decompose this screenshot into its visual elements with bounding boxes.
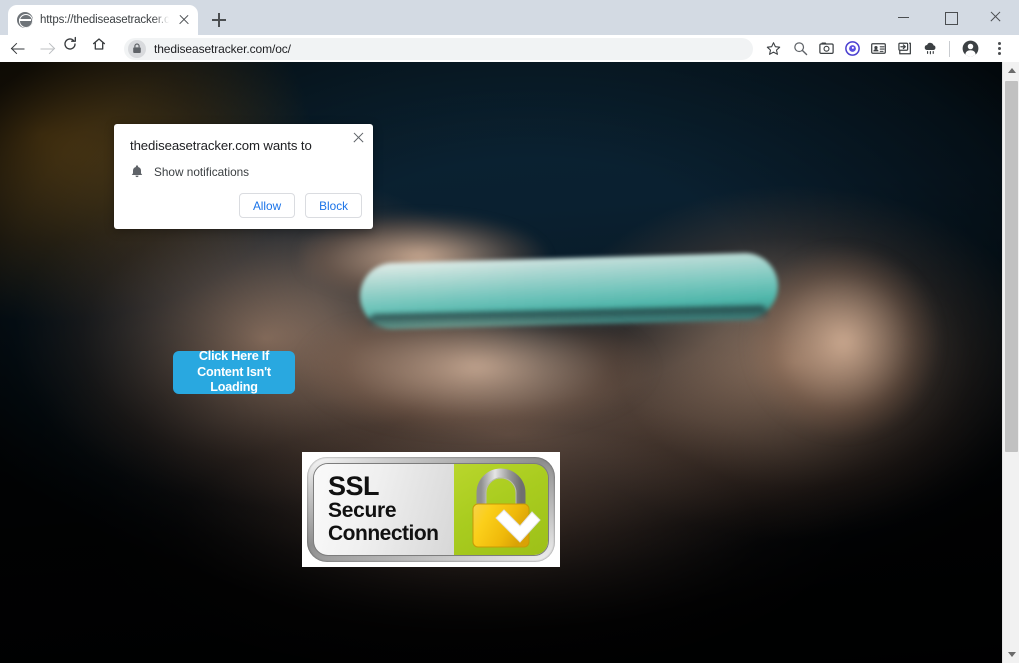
magnifier-glyph	[793, 42, 807, 56]
photo-hand-right	[740, 232, 970, 452]
cloud-rain-glyph	[924, 42, 935, 55]
permission-request-label: Show notifications	[154, 164, 250, 179]
blue-circle-glyph	[844, 41, 860, 56]
home-button[interactable]	[91, 36, 119, 62]
ssl-badge-frame: SSL Secure Connection	[307, 457, 555, 562]
back-arrow-icon	[11, 42, 25, 55]
window-close-icon[interactable]	[973, 0, 1019, 33]
scroll-down-glyph	[1007, 652, 1016, 657]
page-viewport: Click Here If Content Isn't Loading SSL …	[0, 62, 1019, 663]
scroll-up-icon[interactable]	[1003, 62, 1019, 79]
share-arrow-icon[interactable]	[891, 36, 917, 62]
ssl-badge-inner: SSL Secure Connection	[313, 463, 549, 556]
blue-circle-extension-icon[interactable]	[839, 36, 865, 62]
browser-toolbar: thediseasetracker.com/oc/	[0, 35, 1019, 62]
permission-close-icon[interactable]	[351, 130, 366, 145]
lock-icon[interactable]	[128, 39, 146, 58]
back-button[interactable]	[4, 36, 32, 62]
three-dot-menu-icon[interactable]	[985, 36, 1013, 62]
permission-title: thediseasetracker.com wants to	[130, 138, 312, 153]
scroll-up-glyph	[1007, 68, 1016, 73]
home-icon	[92, 37, 106, 50]
magnifier-icon[interactable]	[787, 36, 813, 62]
weather-cloud-icon[interactable]	[917, 36, 943, 62]
photo-fingers-bottom	[300, 322, 720, 472]
bell-icon	[131, 165, 143, 178]
tab-title: https://thediseasetracker.com/oc	[40, 14, 169, 26]
tab-strip: https://thediseasetracker.com/oc	[0, 0, 1019, 35]
notification-permission-dialog: thediseasetracker.com wants to Show noti…	[114, 124, 373, 229]
reload-button[interactable]	[62, 36, 90, 62]
id-card-icon[interactable]	[865, 36, 891, 62]
ssl-badge-lock-panel	[454, 464, 548, 555]
click-here-if-content-isnt-loading-button[interactable]: Click Here If Content Isn't Loading	[173, 349, 295, 395]
minimize-icon[interactable]	[881, 0, 927, 33]
address-bar[interactable]: thediseasetracker.com/oc/	[124, 37, 753, 60]
scroll-down-icon[interactable]	[1003, 646, 1019, 663]
toolbar-divider	[949, 40, 950, 57]
tab-close-icon[interactable]	[176, 12, 192, 28]
bookmark-button[interactable]	[760, 38, 786, 60]
reload-icon	[64, 36, 76, 50]
ssl-line-2: Secure	[328, 499, 397, 522]
forward-arrow-icon	[40, 42, 54, 55]
globe-icon	[17, 12, 33, 28]
allow-button[interactable]: Allow	[238, 193, 296, 218]
screenshot-camera-icon[interactable]	[813, 36, 839, 62]
ssl-secure-connection-badge: SSL Secure Connection	[302, 452, 560, 567]
forward-button[interactable]	[33, 36, 61, 62]
lock-glyph	[133, 43, 141, 53]
menu-dots-glyph	[997, 41, 1001, 56]
camera-glyph	[818, 42, 834, 55]
vertical-scrollbar[interactable]	[1002, 62, 1019, 663]
share-arrow-glyph	[897, 42, 911, 55]
ssl-badge-text-panel: SSL Secure Connection	[314, 464, 455, 555]
padlock-check-icon	[472, 468, 541, 547]
account-avatar-icon[interactable]	[956, 36, 984, 62]
browser-window: https://thediseasetracker.com/oc	[0, 0, 1019, 663]
url-text: thediseasetracker.com/oc/	[154, 41, 291, 56]
scroll-thumb[interactable]	[1005, 81, 1018, 452]
permission-request-row: Show notifications	[130, 164, 249, 179]
block-button[interactable]: Block	[305, 193, 362, 218]
ssl-line-1: SSL	[328, 471, 380, 501]
browser-tab[interactable]: https://thediseasetracker.com/oc	[8, 5, 198, 35]
cta-button-label: Click Here If Content Isn't Loading	[197, 349, 271, 395]
ssl-line-3: Connection	[328, 522, 439, 545]
window-controls	[881, 0, 1019, 33]
star-icon	[766, 42, 780, 55]
new-tab-button[interactable]	[205, 6, 233, 34]
maximize-icon[interactable]	[927, 0, 973, 33]
extensions-area	[787, 36, 943, 62]
avatar-glyph	[962, 40, 978, 57]
id-card-glyph	[870, 43, 886, 54]
permission-actions: Allow Block	[238, 193, 362, 218]
